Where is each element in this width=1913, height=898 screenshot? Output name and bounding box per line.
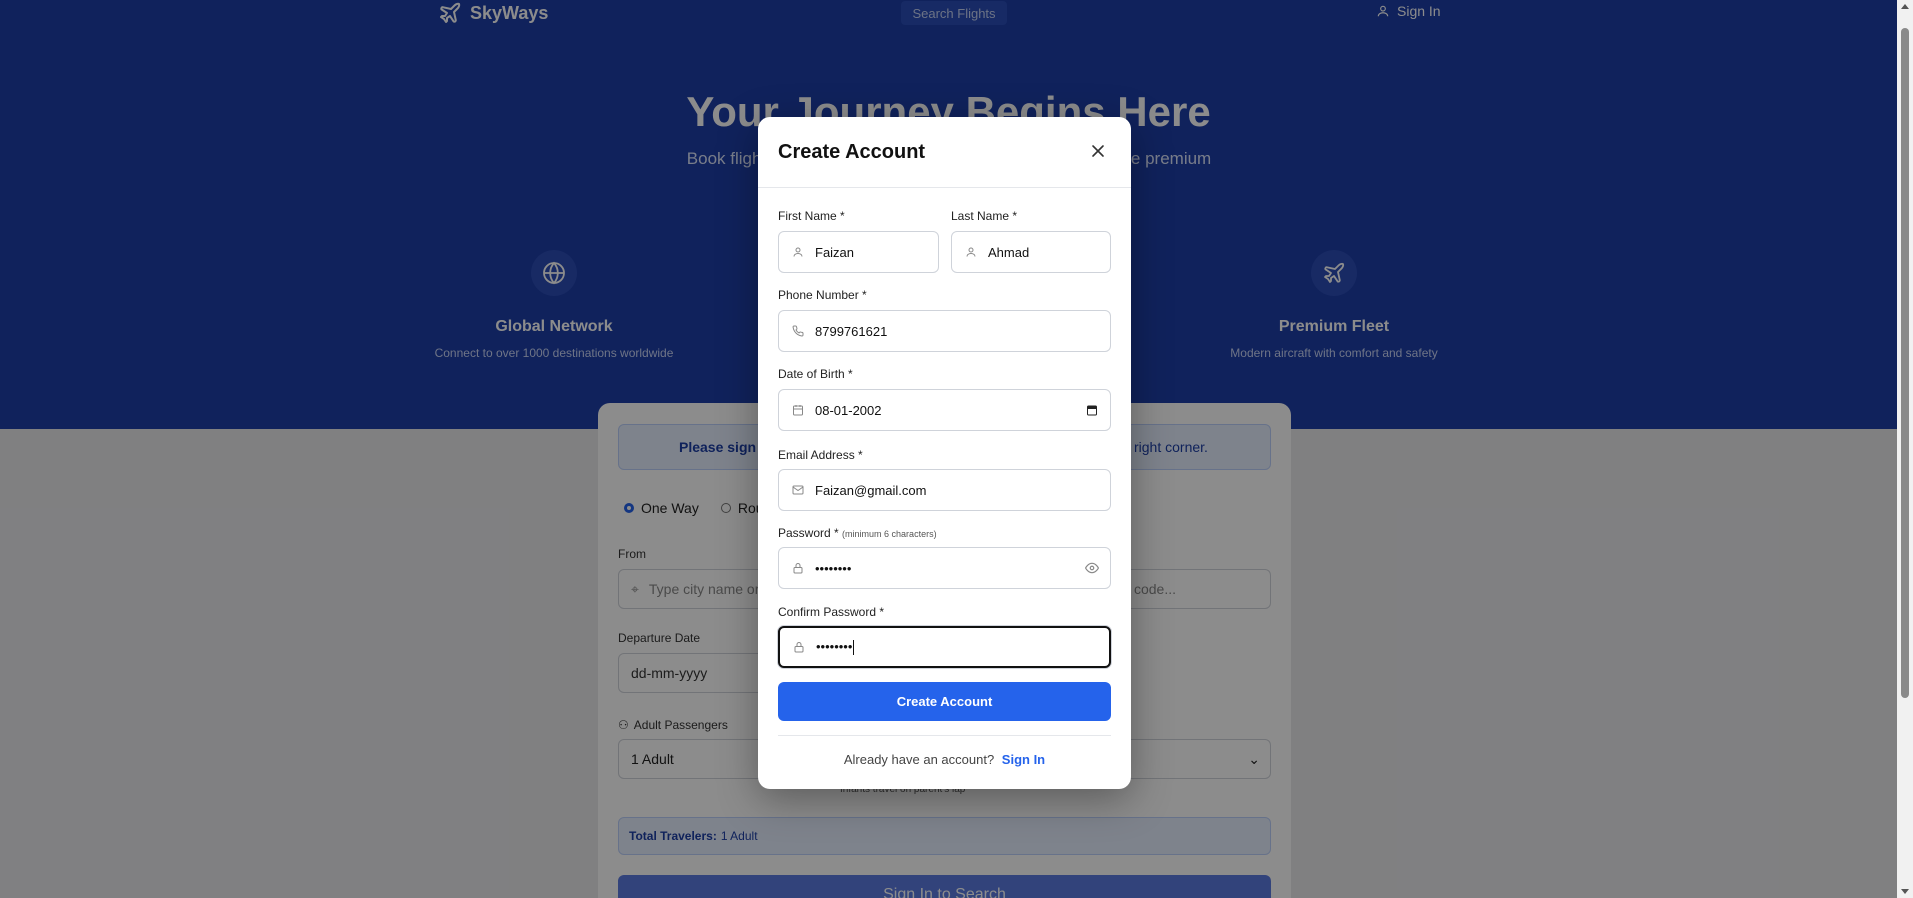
page-scrollbar[interactable] <box>1897 0 1913 898</box>
mail-icon <box>791 483 805 497</box>
sign-in-link[interactable]: Sign In <box>1002 752 1045 767</box>
phone-value: 8799761621 <box>815 323 888 339</box>
password-hint: (minimum 6 characters) <box>842 529 937 539</box>
confirm-password-value: •••••••• <box>816 638 855 656</box>
eye-icon[interactable] <box>1084 560 1100 576</box>
lock-icon <box>791 561 805 575</box>
email-value: Faizan@gmail.com <box>815 482 927 498</box>
password-value: •••••••• <box>815 560 852 576</box>
lock-icon <box>792 640 806 654</box>
scrollbar-thumb[interactable] <box>1901 28 1909 698</box>
footer-text: Already have an account? <box>843 752 995 767</box>
user-icon <box>964 245 978 259</box>
close-button[interactable] <box>1088 141 1108 161</box>
modal-header: Create Account <box>758 117 1131 188</box>
create-account-button[interactable]: Create Account <box>778 682 1111 721</box>
create-account-modal: Create Account First Name * Faizan Last … <box>758 117 1131 789</box>
last-name-field[interactable]: Ahmad <box>951 231 1111 273</box>
phone-label: Phone Number * <box>778 288 867 302</box>
password-label: Password * (minimum 6 characters) <box>778 526 937 540</box>
modal-footer: Already have an account? Sign In <box>758 752 1131 767</box>
modal-divider <box>778 735 1111 736</box>
confirm-password-field[interactable]: •••••••• <box>778 626 1111 668</box>
first-name-field[interactable]: Faizan <box>778 231 939 273</box>
scroll-down-arrow-icon[interactable] <box>1901 889 1909 894</box>
last-name-label: Last Name * <box>951 209 1018 223</box>
last-name-value: Ahmad <box>988 244 1030 260</box>
phone-icon <box>791 324 805 338</box>
calendar-icon <box>791 403 805 417</box>
user-icon <box>791 245 805 259</box>
first-name-label: First Name * <box>778 209 845 223</box>
email-label: Email Address * <box>778 448 863 462</box>
password-label-text: Password * <box>778 526 839 540</box>
first-name-value: Faizan <box>815 244 855 260</box>
modal-title: Create Account <box>778 141 926 163</box>
calendar-picker-icon[interactable] <box>1084 402 1100 418</box>
phone-field[interactable]: 8799761621 <box>778 310 1111 352</box>
close-icon <box>1092 145 1104 157</box>
dob-label: Date of Birth * <box>778 367 853 381</box>
dob-value: 08-01-2002 <box>815 402 882 418</box>
email-field[interactable]: Faizan@gmail.com <box>778 469 1111 511</box>
create-account-label: Create Account <box>896 694 993 709</box>
password-field[interactable]: •••••••• <box>778 547 1111 589</box>
scroll-up-arrow-icon[interactable] <box>1901 4 1909 9</box>
confirm-password-label: Confirm Password * <box>778 605 885 619</box>
dob-field[interactable]: 08-01-2002 <box>778 389 1111 431</box>
